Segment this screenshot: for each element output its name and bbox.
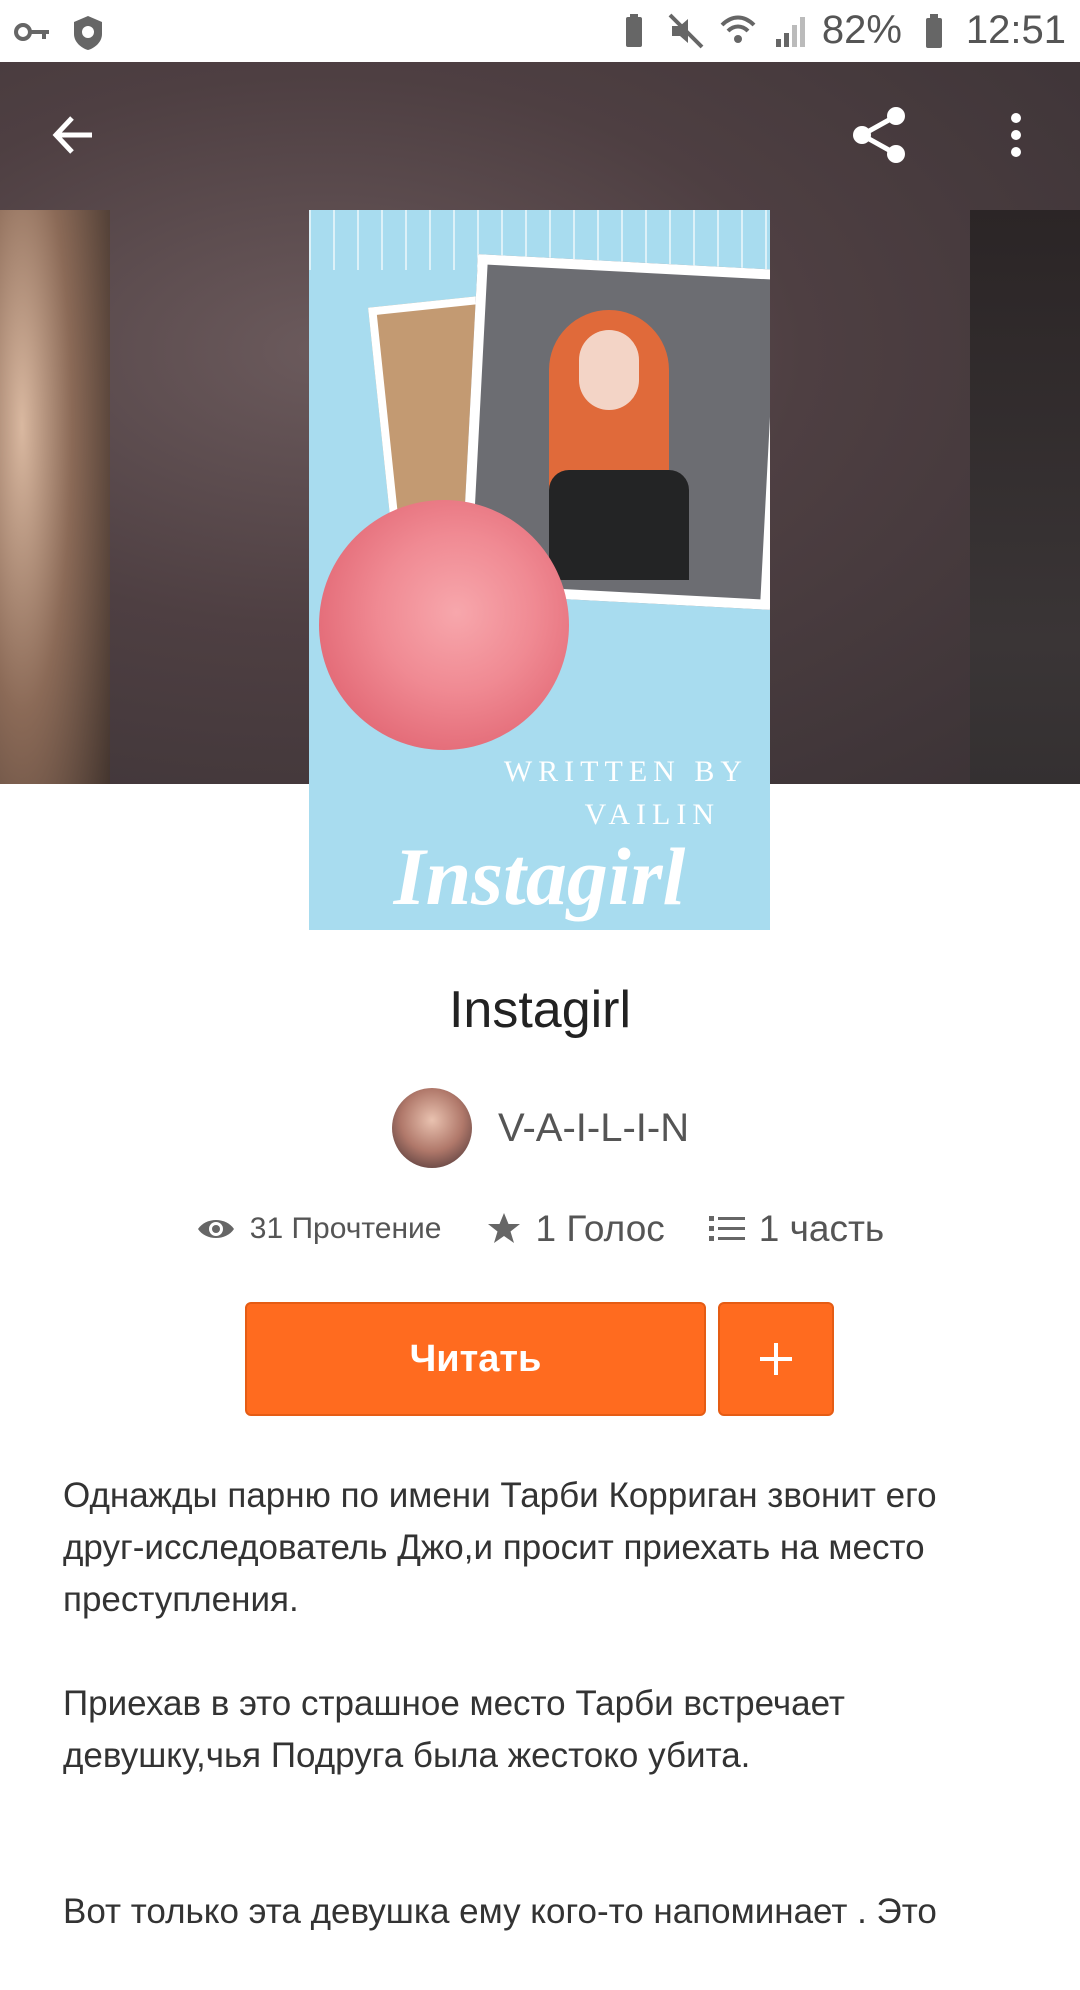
- share-icon: [853, 107, 905, 163]
- battery-icon: [925, 13, 942, 48]
- plus-icon: [760, 1343, 792, 1375]
- book-cover[interactable]: WRITTEN BY VAILIN Instagirl: [309, 210, 770, 930]
- story-description: Однажды парню по имени Тарби Корриган зв…: [63, 1470, 1023, 1990]
- cover-shirt: [549, 470, 689, 580]
- status-bar: 82% 12:51: [0, 0, 1080, 62]
- description-paragraph: Однажды парню по имени Тарби Корриган зв…: [63, 1476, 937, 1619]
- clock: 12:51: [965, 8, 1066, 52]
- status-left-icons: [12, 12, 108, 52]
- cover-written-by: WRITTEN BY: [503, 755, 748, 788]
- shield-icon: [74, 16, 102, 50]
- author-avatar[interactable]: [392, 1088, 472, 1168]
- mute-icon: [668, 13, 704, 48]
- share-button[interactable]: [846, 102, 912, 168]
- read-button[interactable]: Читать: [245, 1302, 706, 1416]
- description-paragraph: Приехав в это страшное место Тарби встре…: [63, 1684, 845, 1775]
- cover-rose: [319, 500, 569, 750]
- next-cover-preview[interactable]: [970, 210, 1080, 784]
- parts-stat: 1 часть: [708, 1208, 885, 1250]
- story-title: Instagirl: [448, 981, 632, 1039]
- signal-icon: [775, 16, 805, 47]
- description-paragraph: Вот только эта девушка ему кого-то напом…: [63, 1892, 937, 1931]
- votes-count: 1 Голос: [535, 1208, 665, 1249]
- status-right: 82% 12:51: [614, 8, 1066, 53]
- add-to-library-button[interactable]: [718, 1302, 834, 1416]
- reads-count: 31 Прочтение: [249, 1212, 442, 1245]
- votes-stat: 1 Голос: [486, 1208, 665, 1250]
- more-options-button[interactable]: [986, 102, 1046, 168]
- arrow-left-icon: [52, 116, 92, 154]
- author-name[interactable]: V-A-I-L-I-N: [498, 1106, 689, 1151]
- reads-stat: 31 Прочтение: [196, 1212, 442, 1246]
- eye-icon: [197, 1220, 234, 1238]
- previous-cover-preview[interactable]: [0, 210, 110, 784]
- list-icon: [708, 1216, 745, 1241]
- wifi-icon: [720, 15, 756, 43]
- cover-author: VAILIN: [584, 798, 720, 831]
- key-icon: [14, 23, 49, 41]
- author-row[interactable]: V-A-I-L-I-N: [392, 1088, 689, 1168]
- back-button[interactable]: [40, 102, 106, 168]
- battery-saver-icon: [625, 13, 642, 47]
- star-icon: [487, 1213, 520, 1243]
- parts-count: 1 часть: [758, 1208, 885, 1249]
- battery-percent: 82%: [821, 8, 902, 52]
- cover-title: Instagirl: [393, 831, 686, 922]
- cover-face: [579, 330, 639, 410]
- story-stats: 31 Прочтение 1 Голос 1 часть: [0, 1208, 1080, 1250]
- more-vertical-icon: [1011, 113, 1021, 157]
